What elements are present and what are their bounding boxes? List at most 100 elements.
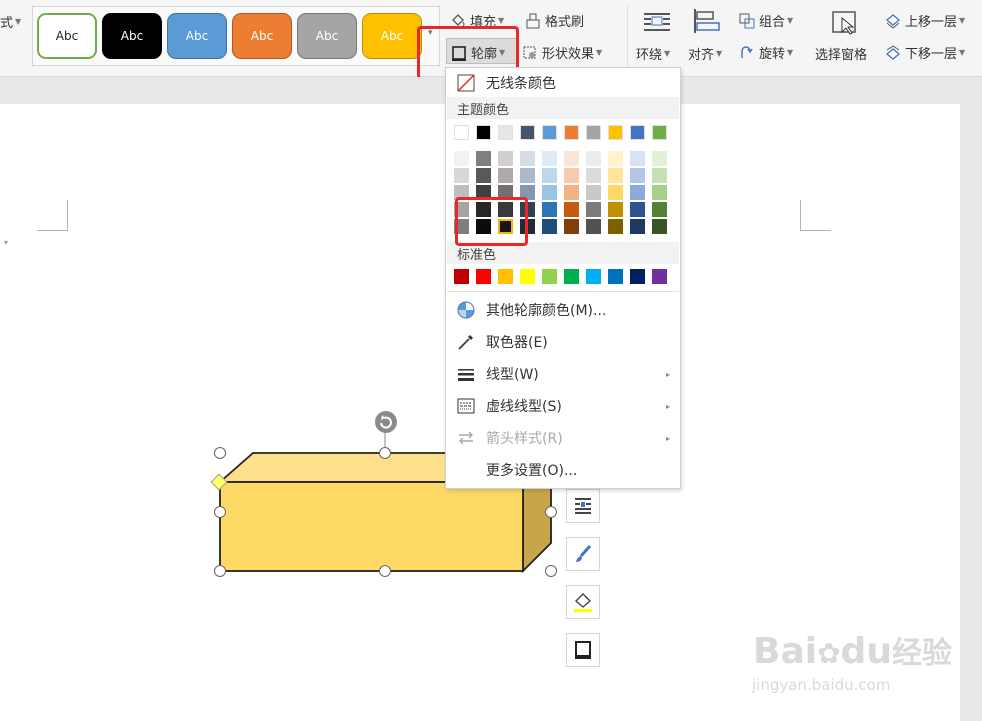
- chevron-down-icon: ▼: [596, 48, 603, 57]
- theme-shade-cell[interactable]: [608, 185, 623, 200]
- theme-shade-cell[interactable]: [630, 168, 645, 183]
- theme-shade-cell[interactable]: [476, 151, 491, 166]
- theme-shade-cell[interactable]: [564, 151, 579, 166]
- shape-style-swatch[interactable]: Abc: [297, 13, 357, 59]
- theme-shade-cell[interactable]: [608, 151, 623, 166]
- theme-shade-cell[interactable]: [652, 168, 667, 183]
- theme-shade-cell[interactable]: [586, 202, 601, 217]
- more-outline-colors-item[interactable]: 其他轮廓颜色(M)...: [446, 296, 680, 324]
- theme-shade-cell[interactable]: [586, 219, 601, 234]
- standard-color-cell[interactable]: [454, 269, 469, 284]
- standard-color-cell[interactable]: [652, 269, 667, 284]
- theme-shade-cell[interactable]: [608, 219, 623, 234]
- paw-icon: ✿: [817, 637, 841, 670]
- theme-shade-cell[interactable]: [542, 219, 557, 234]
- layout-options-button[interactable]: [566, 489, 600, 523]
- send-backward-button[interactable]: 下移一层 ▼: [885, 43, 965, 62]
- theme-shade-cell[interactable]: [652, 219, 667, 234]
- selection-pane-button[interactable]: 选择窗格: [815, 44, 867, 63]
- theme-shade-cell[interactable]: [652, 202, 667, 217]
- standard-color-cell[interactable]: [542, 269, 557, 284]
- shape-style-swatch[interactable]: Abc: [167, 13, 227, 59]
- standard-color-cell[interactable]: [564, 269, 579, 284]
- resize-handle[interactable]: [379, 565, 391, 577]
- standard-color-cell[interactable]: [520, 269, 535, 284]
- bring-forward-button[interactable]: 上移一层 ▼: [885, 11, 965, 30]
- theme-shade-cell[interactable]: [630, 151, 645, 166]
- theme-shade-cell[interactable]: [542, 185, 557, 200]
- theme-shade-cell[interactable]: [564, 185, 579, 200]
- shape-style-swatch[interactable]: Abc: [232, 13, 292, 59]
- theme-shade-cell[interactable]: [652, 185, 667, 200]
- shape-style-swatch[interactable]: Abc: [37, 13, 97, 59]
- theme-shade-cell[interactable]: [542, 151, 557, 166]
- resize-handle[interactable]: [545, 506, 557, 518]
- standard-color-cell[interactable]: [498, 269, 513, 284]
- theme-shade-cell[interactable]: [586, 168, 601, 183]
- align-button[interactable]: 对齐 ▼: [688, 44, 722, 63]
- theme-color-cell[interactable]: [586, 125, 601, 140]
- theme-shade-cell[interactable]: [564, 219, 579, 234]
- ribbon-partial-label[interactable]: 式 ▼: [0, 12, 21, 31]
- theme-shade-cell[interactable]: [586, 151, 601, 166]
- shape-style-swatch[interactable]: Abc: [362, 13, 422, 59]
- wrap-button[interactable]: 环绕 ▼: [636, 44, 670, 63]
- resize-handle[interactable]: [214, 506, 226, 518]
- theme-shade-cell[interactable]: [564, 168, 579, 183]
- shape-style-button[interactable]: [566, 537, 600, 571]
- no-line-color-item[interactable]: 无线条颜色: [446, 69, 680, 97]
- theme-shade-cell[interactable]: [608, 202, 623, 217]
- theme-color-cell[interactable]: [564, 125, 579, 140]
- line-type-item[interactable]: 线型(W) ▸: [446, 360, 680, 388]
- standard-color-cell[interactable]: [586, 269, 601, 284]
- theme-shade-cell[interactable]: [630, 185, 645, 200]
- theme-shade-cell[interactable]: [520, 168, 535, 183]
- eyedropper-item[interactable]: 取色器(E): [446, 328, 680, 356]
- resize-handle[interactable]: [379, 447, 391, 459]
- theme-color-cell[interactable]: [608, 125, 623, 140]
- theme-shade-cell[interactable]: [630, 219, 645, 234]
- shape-effects-button[interactable]: 形状效果 ▼: [522, 43, 602, 62]
- dash-line-icon: [457, 398, 475, 414]
- resize-handle[interactable]: [214, 447, 226, 459]
- theme-shade-cell[interactable]: [498, 168, 513, 183]
- theme-shade-cell[interactable]: [454, 168, 469, 183]
- group-icon: [739, 13, 755, 28]
- fill-color-button[interactable]: [566, 585, 600, 619]
- group-button[interactable]: 组合 ▼: [739, 11, 793, 30]
- theme-shade-cell[interactable]: [542, 202, 557, 217]
- resize-handle[interactable]: [214, 565, 226, 577]
- standard-color-cell[interactable]: [608, 269, 623, 284]
- theme-shade-cell[interactable]: [630, 202, 645, 217]
- theme-color-cell[interactable]: [476, 125, 491, 140]
- watermark-logo: Bai✿du经验: [753, 631, 952, 672]
- resize-handle[interactable]: [545, 565, 557, 577]
- standard-color-cell[interactable]: [630, 269, 645, 284]
- theme-shade-cell[interactable]: [476, 168, 491, 183]
- dash-type-item[interactable]: 虚线线型(S) ▸: [446, 392, 680, 420]
- more-settings-item[interactable]: 更多设置(O)...: [446, 456, 680, 484]
- theme-shade-cell[interactable]: [586, 185, 601, 200]
- paint-brush-icon: [576, 544, 592, 562]
- theme-shade-cell[interactable]: [520, 151, 535, 166]
- theme-shade-cell[interactable]: [498, 151, 513, 166]
- theme-color-cell[interactable]: [498, 125, 513, 140]
- theme-shade-cell[interactable]: [454, 151, 469, 166]
- rotate-button[interactable]: 旋转 ▼: [739, 43, 793, 62]
- theme-shade-cell[interactable]: [608, 168, 623, 183]
- theme-shade-cell[interactable]: [564, 202, 579, 217]
- theme-color-cell[interactable]: [630, 125, 645, 140]
- rotate-handle-icon[interactable]: [374, 410, 398, 434]
- theme-color-cell[interactable]: [652, 125, 667, 140]
- format-painter-button[interactable]: 格式刷: [525, 11, 584, 30]
- theme-shade-cell[interactable]: [652, 151, 667, 166]
- theme-color-cell[interactable]: [454, 125, 469, 140]
- format-painter-icon: [526, 13, 540, 28]
- theme-shade-cell[interactable]: [542, 168, 557, 183]
- shape-style-swatch[interactable]: Abc: [102, 13, 162, 59]
- standard-color-cell[interactable]: [476, 269, 491, 284]
- outline-color-button[interactable]: [566, 633, 600, 667]
- theme-color-cell[interactable]: [520, 125, 535, 140]
- theme-color-cell[interactable]: [542, 125, 557, 140]
- send-backward-icon: [885, 44, 901, 60]
